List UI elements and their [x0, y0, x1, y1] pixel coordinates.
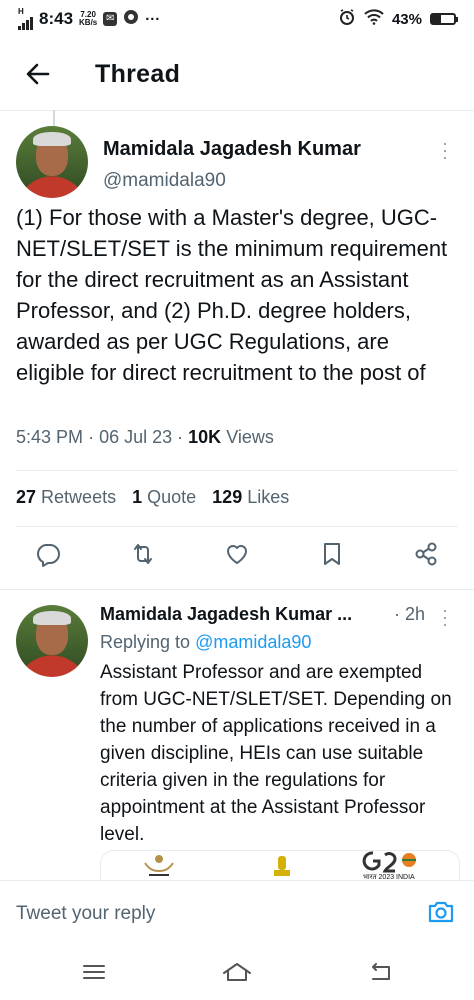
more-notifications: ··· [145, 10, 161, 28]
camera-icon [428, 901, 454, 923]
divider [16, 470, 458, 471]
network-type: H [18, 7, 24, 16]
replying-to-handle[interactable]: @mamidala90 [195, 632, 311, 652]
recents-button[interactable] [79, 958, 109, 986]
tweet-meta: 5:43 PM · 06 Jul 23 · 10K Views [16, 427, 274, 447]
retweet-icon [133, 544, 152, 564]
divider [16, 526, 458, 527]
arrow-left-icon [26, 63, 50, 85]
author-name[interactable]: Mamidala Jagadesh Kumar [103, 138, 361, 161]
network-speed: 7.20 KB/s [79, 10, 98, 27]
camera-button[interactable] [426, 897, 456, 927]
quotes-stat[interactable]: 1 Quote [132, 487, 196, 508]
mail-icon: ✉ [103, 12, 118, 26]
tweet-text: (1) For those with a Master's degree, UG… [16, 205, 448, 385]
home-icon [223, 963, 251, 981]
likes-stat[interactable]: 129 Likes [212, 487, 289, 508]
retweet-button[interactable] [129, 540, 157, 568]
battery-level [432, 15, 442, 23]
thread-connector [53, 110, 55, 126]
status-right: 43% [338, 8, 458, 30]
reply-input[interactable]: Tweet your reply [16, 903, 155, 925]
author-handle[interactable]: @mamidala90 [103, 170, 226, 192]
avatar[interactable] [16, 126, 88, 198]
menu-icon [83, 965, 105, 979]
tweet-actions [16, 540, 458, 568]
reply-button[interactable] [34, 540, 62, 568]
comment-icon [37, 544, 60, 567]
heart-icon [227, 545, 247, 564]
views-label: Views [226, 427, 274, 447]
return-icon [372, 963, 390, 980]
reply-more-options-icon[interactable]: · · · [442, 601, 448, 633]
tweet-date: 06 Jul 23 [99, 427, 173, 447]
battery-icon [430, 13, 458, 25]
tweet-time: 5:43 PM [16, 427, 84, 447]
views-count: 10K [188, 427, 222, 447]
signal-icon: H [18, 8, 33, 30]
sync-icon [123, 9, 139, 29]
divider [0, 589, 474, 590]
alarm-icon [338, 8, 356, 30]
reply-composer: Tweet your reply [0, 880, 474, 945]
reply-author-name[interactable]: Mamidala Jagadesh Kumar ... [100, 604, 352, 625]
page-title: Thread [95, 60, 181, 88]
back-nav-button[interactable] [365, 958, 395, 986]
wifi-icon [364, 9, 384, 29]
tweet-stats: 27 Retweets 1 Quote 129 Likes [16, 487, 289, 508]
status-time: 8:43 [39, 9, 74, 28]
reply-text: Assistant Professor and are exempted fro… [100, 662, 452, 845]
status-bar: H 8:43 7.20 KB/s ✉ ··· 43% [0, 0, 474, 36]
status-left: H 8:43 7.20 KB/s ✉ ··· [18, 8, 160, 30]
bookmark-button[interactable] [318, 540, 346, 568]
bookmark-icon [323, 543, 340, 565]
back-button[interactable] [22, 58, 54, 90]
reply-avatar[interactable] [16, 605, 88, 677]
share-button[interactable] [412, 540, 440, 568]
battery-percent: 43% [391, 10, 422, 28]
like-button[interactable] [223, 540, 251, 568]
home-button[interactable] [221, 958, 251, 986]
top-app-bar: Thread [0, 36, 474, 111]
more-options-icon[interactable]: · · · [442, 134, 448, 166]
reply-age: · 2h [394, 604, 426, 624]
share-icon [415, 542, 437, 566]
retweets-stat[interactable]: 27 Retweets [16, 487, 116, 508]
replying-to: Replying to @mamidala90 [100, 632, 312, 652]
system-nav-bar [0, 944, 474, 1000]
